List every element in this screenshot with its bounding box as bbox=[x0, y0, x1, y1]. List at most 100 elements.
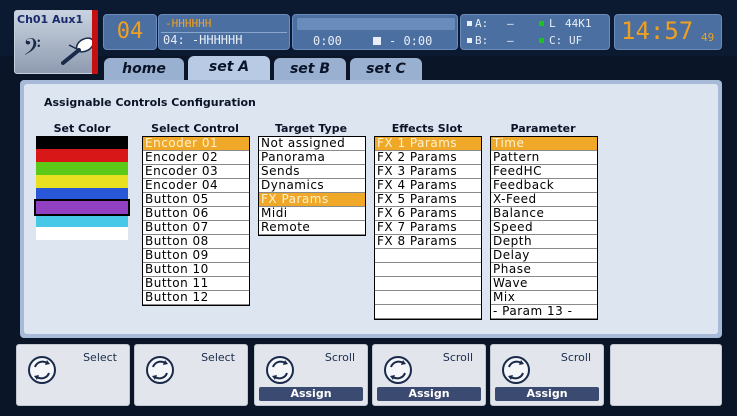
transport-display[interactable]: 0:00 - 0:00 bbox=[292, 14, 458, 50]
target-type-list[interactable]: Not assigned Panorama Sends Dynamics FX Para… bbox=[258, 136, 366, 236]
parameter-item[interactable]: Wave bbox=[491, 277, 597, 291]
color-swatch[interactable] bbox=[36, 162, 128, 175]
effects-slot-item[interactable]: FX 8 Params bbox=[375, 235, 481, 249]
parameter-item[interactable]: X-Feed bbox=[491, 193, 597, 207]
set-color-list[interactable] bbox=[34, 136, 130, 240]
io-b-label: B: bbox=[475, 34, 489, 47]
color-swatch[interactable] bbox=[36, 227, 128, 240]
parameter-item[interactable]: FeedHC bbox=[491, 165, 597, 179]
io-c-label: C: bbox=[549, 34, 563, 47]
select-control-list[interactable]: Encoder 01 Encoder 02 Encoder 03 Encoder 04… bbox=[142, 136, 250, 306]
config-panel-body: Assignable Controls Configuration Set Co… bbox=[24, 84, 718, 334]
select-control-item[interactable]: Button 12 bbox=[143, 291, 249, 305]
assign-button[interactable]: Assign bbox=[259, 387, 363, 401]
effects-slot-item[interactable]: FX 2 Params bbox=[375, 151, 481, 165]
effects-slot-item[interactable] bbox=[375, 305, 481, 319]
parameter-item[interactable]: Balance bbox=[491, 207, 597, 221]
tab-set-a[interactable]: set A bbox=[188, 56, 270, 82]
color-swatch[interactable] bbox=[36, 149, 128, 162]
color-swatch[interactable] bbox=[36, 188, 128, 201]
select-control-item[interactable]: Encoder 01 bbox=[143, 137, 249, 151]
select-control-item[interactable]: Button 05 bbox=[143, 193, 249, 207]
soft-button-label: Select bbox=[201, 351, 235, 364]
l-status-dot bbox=[539, 21, 544, 26]
effects-slot-item[interactable]: FX 6 Params bbox=[375, 207, 481, 221]
parameter-item[interactable]: - Param 13 - bbox=[491, 305, 597, 319]
parameter-item[interactable]: Pattern bbox=[491, 151, 597, 165]
assign-button[interactable]: Assign bbox=[377, 387, 481, 401]
target-type-header: Target Type bbox=[274, 122, 348, 135]
target-type-item[interactable]: Remote bbox=[259, 221, 365, 235]
io-status-display[interactable]: A: – L 44K1 B: – C: UF bbox=[460, 14, 610, 50]
assign-button[interactable]: Assign bbox=[495, 387, 599, 401]
tab-set-b[interactable]: set B bbox=[274, 58, 346, 80]
select-control-item[interactable]: Button 09 bbox=[143, 249, 249, 263]
bass-clef-icon: 𝄢 bbox=[23, 33, 42, 66]
soft-button-5[interactable]: Scroll Assign bbox=[490, 344, 604, 406]
soft-button-6[interactable] bbox=[610, 344, 722, 406]
select-control-item[interactable]: Encoder 04 bbox=[143, 179, 249, 193]
soft-button-2[interactable]: Select bbox=[134, 344, 248, 406]
effects-slot-list[interactable]: FX 1 Params FX 2 Params FX 3 Params FX 4 Pa… bbox=[374, 136, 482, 320]
clock-time: 14:57 bbox=[621, 17, 694, 45]
select-control-item[interactable]: Button 07 bbox=[143, 221, 249, 235]
target-type-item[interactable]: Panorama bbox=[259, 151, 365, 165]
parameter-item[interactable]: Delay bbox=[491, 249, 597, 263]
parameter-item[interactable]: Phase bbox=[491, 263, 597, 277]
io-a-label: A: bbox=[475, 17, 489, 30]
color-swatch[interactable] bbox=[36, 175, 128, 188]
target-type-item[interactable]: Midi bbox=[259, 207, 365, 221]
effects-slot-item[interactable] bbox=[375, 277, 481, 291]
target-type-item[interactable]: Sends bbox=[259, 165, 365, 179]
select-control-item[interactable]: Button 08 bbox=[143, 235, 249, 249]
effects-slot-item[interactable]: FX 4 Params bbox=[375, 179, 481, 193]
select-control-item[interactable]: Button 11 bbox=[143, 277, 249, 291]
channel-strip-display[interactable]: Ch01 Aux1 𝄢 bbox=[14, 10, 98, 74]
clock-seconds: 49 bbox=[701, 31, 715, 44]
target-type-item[interactable]: Not assigned bbox=[259, 137, 365, 151]
rotary-encoder-icon bbox=[502, 356, 530, 384]
effects-slot-item[interactable]: FX 5 Params bbox=[375, 193, 481, 207]
soft-button-3[interactable]: Scroll Assign bbox=[254, 344, 368, 406]
select-control-item[interactable]: Encoder 03 bbox=[143, 165, 249, 179]
parameter-item[interactable]: Depth bbox=[491, 235, 597, 249]
soft-button-4[interactable]: Scroll Assign bbox=[372, 344, 486, 406]
effects-slot-item[interactable]: FX 7 Params bbox=[375, 221, 481, 235]
target-type-item[interactable]: FX Params bbox=[259, 193, 365, 207]
io-l-label: L bbox=[549, 17, 556, 30]
parameter-list[interactable]: Time Pattern FeedHC Feedback X-Feed Balance Sp… bbox=[490, 136, 598, 320]
rotary-encoder-icon bbox=[266, 356, 294, 384]
effects-slot-item[interactable] bbox=[375, 249, 481, 263]
channel-name: Ch01 Aux1 bbox=[17, 13, 84, 26]
soft-button-1[interactable]: Select bbox=[16, 344, 130, 406]
tab-set-c[interactable]: set C bbox=[350, 58, 422, 80]
scene-number[interactable]: 04 bbox=[103, 14, 157, 50]
color-swatch[interactable] bbox=[36, 214, 128, 227]
parameter-item[interactable]: Mix bbox=[491, 291, 597, 305]
effects-slot-item[interactable] bbox=[375, 263, 481, 277]
parameter-header: Parameter bbox=[510, 122, 576, 135]
scene-name-edit: -HHHHHH bbox=[165, 17, 212, 30]
tab-home[interactable]: home bbox=[104, 58, 184, 80]
soft-button-label: Scroll bbox=[324, 351, 355, 364]
color-swatch-selected[interactable] bbox=[34, 199, 130, 216]
parameter-item[interactable]: Feedback bbox=[491, 179, 597, 193]
scene-name-display[interactable]: -HHHHHH 04: -HHHHHH bbox=[158, 14, 290, 50]
effects-slot-header: Effects Slot bbox=[391, 122, 463, 135]
effects-slot-item[interactable]: FX 1 Params bbox=[375, 137, 481, 151]
b-status-dot bbox=[467, 38, 472, 43]
select-control-item[interactable]: Button 10 bbox=[143, 263, 249, 277]
select-control-item[interactable]: Button 06 bbox=[143, 207, 249, 221]
select-control-item[interactable]: Encoder 02 bbox=[143, 151, 249, 165]
effects-slot-item[interactable] bbox=[375, 291, 481, 305]
parameter-item[interactable]: Speed bbox=[491, 221, 597, 235]
io-c-value: UF bbox=[569, 34, 583, 47]
color-swatch[interactable] bbox=[36, 136, 128, 149]
target-type-item[interactable]: Dynamics bbox=[259, 179, 365, 193]
soft-button-label: Scroll bbox=[442, 351, 473, 364]
time-remaining: - 0:00 bbox=[389, 34, 433, 48]
effects-slot-item[interactable]: FX 3 Params bbox=[375, 165, 481, 179]
stop-icon bbox=[373, 37, 381, 45]
parameter-item[interactable]: Time bbox=[491, 137, 597, 151]
transport-progress-bar bbox=[297, 18, 455, 30]
